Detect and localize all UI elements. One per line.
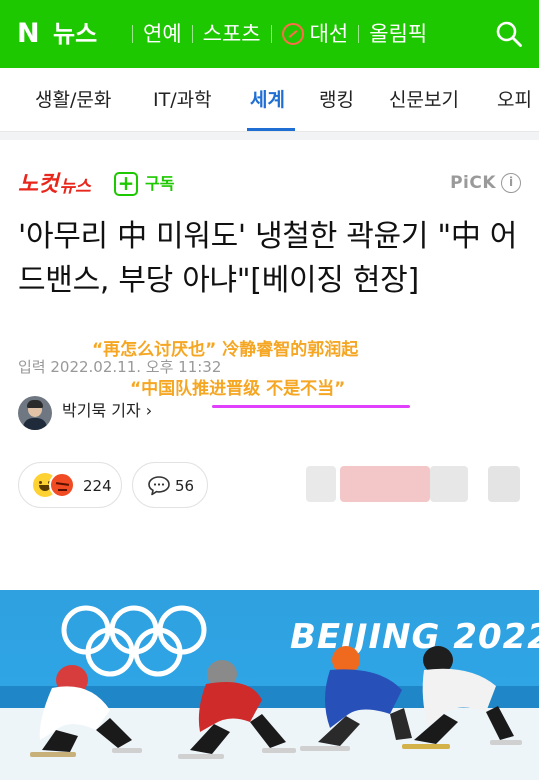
vote-icon [281,23,304,45]
tab-it-science[interactable]: IT/과학 [153,87,212,113]
blurred-region [306,466,336,502]
avatar-hair [27,400,43,408]
reporter-link[interactable]: 박기묵 기자 › [62,400,152,422]
reaction-button[interactable]: 224 [18,462,122,508]
tab-opinion[interactable]: 오피 [497,87,532,113]
subscribe-button[interactable]: + 구독 [114,172,174,196]
comment-icon [148,476,170,496]
pick-badge[interactable]: PiCK i [450,173,521,193]
blurred-region [488,466,520,502]
news-title: 뉴스 [53,20,98,48]
comment-count: 56 [175,477,195,495]
naver-logo-icon: N [17,18,40,49]
tab-life-culture[interactable]: 생활/문화 [35,87,111,113]
plus-icon: + [114,172,138,196]
article-photo[interactable]: BEIJING 2022 [0,590,539,780]
naver-news-logo[interactable]: N 뉴스 [17,19,97,49]
press-logo[interactable]: 노컷 뉴스 [18,168,91,198]
active-tab-indicator [247,128,295,131]
beijing-banner-text: BEIJING 2022 [290,617,539,657]
reporter-avatar[interactable] [18,396,52,430]
tab-newspaper[interactable]: 신문보기 [389,87,459,113]
avatar-body [23,418,47,430]
top-nav-election-label: 대선 [309,22,349,46]
top-nav-sports[interactable]: 스포츠 [203,20,261,48]
blurred-region [430,466,468,502]
top-bar: N 뉴스 연예 스포츠 대선 올림픽 [0,0,539,68]
press-logo-part1: 노컷 [18,172,59,197]
tab-ranking[interactable]: 랭킹 [319,87,354,113]
caption-underline [212,405,410,408]
overlay-caption-2: “中国队推进晋级 不是不当” [130,379,346,399]
comment-button[interactable]: 56 [132,462,208,508]
nav-divider [191,25,193,43]
top-nav: 연예 스포츠 대선 올림픽 [122,19,427,49]
press-logo-part2: 뉴스 [59,177,91,197]
overlay-caption-1: “再怎么讨厌也” 冷静睿智的郭润起 [92,340,359,360]
reaction-count: 224 [83,477,112,495]
angry-emoji-icon [49,472,75,498]
blurred-region [340,466,430,502]
section-tabs: 생활/문화 IT/과학 세계 랭킹 신문보기 오피 [0,68,539,132]
top-nav-olympics[interactable]: 올림픽 [369,20,427,48]
info-icon[interactable]: i [501,173,521,193]
article-headline: '아무리 中 미워도' 냉철한 곽윤기 "中 어드밴스, 부당 아냐"[베이징 … [18,219,518,298]
olympic-rings-logo [61,605,207,677]
top-nav-entertainment[interactable]: 연예 [143,20,182,48]
section-divider [0,132,539,140]
nav-divider [358,25,360,43]
search-icon[interactable] [495,20,523,48]
top-nav-election[interactable]: 대선 [281,20,349,48]
nav-divider [270,25,272,43]
nav-divider [132,25,133,43]
short-track-race-photo: BEIJING 2022 [0,605,539,780]
subscribe-label: 구독 [145,174,175,193]
pick-label: PiCK [450,173,496,193]
tab-world[interactable]: 세계 [250,87,285,113]
